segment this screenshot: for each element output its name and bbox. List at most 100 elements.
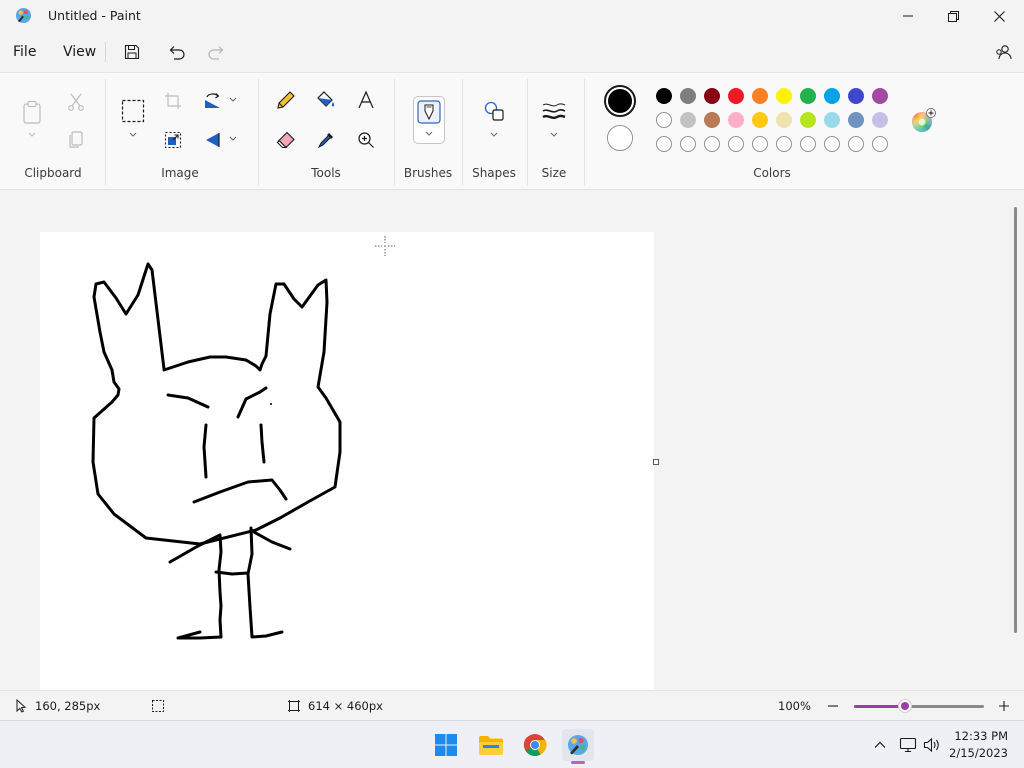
flip-icon [206, 133, 220, 147]
chrome-button[interactable] [519, 729, 551, 761]
drawing-canvas[interactable] [40, 232, 659, 690]
color-swatch[interactable] [776, 112, 792, 128]
color-swatch[interactable] [800, 112, 816, 128]
shapes-button[interactable] [482, 99, 506, 123]
secondary-color-button[interactable] [607, 125, 633, 151]
rotate-icon [205, 93, 220, 108]
color-swatch[interactable] [656, 112, 672, 128]
rectangle-select-icon [121, 99, 145, 123]
primary-color-button[interactable] [604, 85, 636, 117]
custom-color-slot[interactable] [776, 136, 792, 152]
zoom-in-button[interactable] [997, 699, 1011, 713]
doodle-stroke [192, 478, 288, 504]
copy-button[interactable] [64, 128, 88, 152]
selection-size-icon [152, 700, 164, 712]
paint-icon [568, 735, 588, 755]
color-swatch[interactable] [848, 88, 864, 104]
zoom-out-button[interactable] [826, 699, 840, 713]
color-swatch[interactable] [728, 88, 744, 104]
paste-button[interactable] [20, 98, 44, 126]
cut-button[interactable] [64, 90, 88, 114]
taskbar: 12:33 PM 2/15/2023 [0, 720, 1024, 768]
custom-color-slot[interactable] [824, 136, 840, 152]
clipboard-label: Clipboard [24, 166, 82, 180]
flip-button[interactable] [201, 128, 225, 152]
size-button[interactable] [542, 99, 566, 123]
color-wheel-icon [912, 108, 936, 132]
menu-divider [105, 42, 106, 62]
color-swatch[interactable] [680, 88, 696, 104]
size-chevron-icon[interactable] [549, 131, 559, 139]
color-swatch[interactable] [656, 88, 672, 104]
color-swatch[interactable] [728, 112, 744, 128]
image-label: Image [161, 166, 199, 180]
color-swatch[interactable] [872, 112, 888, 128]
eraser-button[interactable] [274, 128, 298, 152]
clock-date: 2/15/2023 [949, 746, 1008, 760]
clock[interactable]: 12:33 PM 2/15/2023 [944, 728, 1010, 762]
redo-button[interactable] [204, 40, 228, 64]
color-swatch[interactable] [824, 112, 840, 128]
custom-color-slot[interactable] [848, 136, 864, 152]
crop-button[interactable] [161, 89, 185, 113]
custom-color-slot[interactable] [704, 136, 720, 152]
text-button[interactable] [354, 88, 378, 112]
resize-button[interactable] [161, 128, 185, 152]
color-swatch[interactable] [800, 88, 816, 104]
stroke-size-icon [542, 103, 566, 120]
save-icon [124, 44, 140, 60]
color-swatch[interactable] [752, 112, 768, 128]
shapes-chevron-icon[interactable] [489, 131, 499, 139]
custom-color-slot[interactable] [728, 136, 744, 152]
undo-button[interactable] [165, 40, 189, 64]
custom-color-slot[interactable] [800, 136, 816, 152]
canvas-resize-handle[interactable] [653, 459, 659, 465]
magnifier-button[interactable] [354, 128, 378, 152]
account-button[interactable] [991, 40, 1015, 64]
custom-color-slot[interactable] [752, 136, 768, 152]
color-swatch[interactable] [752, 88, 768, 104]
zoom-slider-thumb[interactable] [898, 700, 911, 712]
color-swatch[interactable] [776, 88, 792, 104]
ribbon-divider [105, 79, 106, 185]
file-menu[interactable]: File [13, 44, 36, 60]
start-button[interactable] [430, 729, 462, 761]
zoom-slider[interactable] [854, 700, 984, 712]
paste-chevron-icon[interactable] [27, 131, 37, 139]
ribbon-divider [584, 79, 585, 185]
flip-chevron-icon[interactable] [228, 135, 238, 143]
volume-icon[interactable] [923, 737, 941, 753]
custom-color-slot[interactable] [680, 136, 696, 152]
pencil-button[interactable] [274, 88, 298, 112]
close-button[interactable] [976, 0, 1022, 32]
color-swatch[interactable] [872, 88, 888, 104]
minimize-button[interactable] [885, 0, 931, 32]
chevron-up-icon[interactable] [873, 738, 887, 752]
select-chevron-icon[interactable] [128, 131, 138, 139]
rotate-button[interactable] [201, 89, 225, 113]
fill-button[interactable] [314, 88, 338, 112]
file-explorer-button[interactable] [475, 729, 507, 761]
color-swatch[interactable] [680, 112, 696, 128]
canvas-size-icon [288, 700, 300, 712]
custom-color-slot[interactable] [656, 136, 672, 152]
color-picker-button[interactable] [314, 128, 338, 152]
edit-colors-button[interactable] [910, 108, 936, 134]
network-icon[interactable] [899, 737, 917, 753]
color-swatch[interactable] [824, 88, 840, 104]
vertical-scrollbar[interactable] [1014, 207, 1017, 633]
paint-taskbar-button[interactable] [562, 729, 594, 764]
view-menu[interactable]: View [63, 44, 96, 60]
brushes-button[interactable] [413, 96, 445, 144]
select-button[interactable] [121, 99, 145, 123]
custom-color-slot[interactable] [872, 136, 888, 152]
save-button[interactable] [120, 40, 144, 64]
color-swatch[interactable] [704, 112, 720, 128]
rotate-chevron-icon[interactable] [228, 96, 238, 104]
secondary-color-swatch [608, 126, 632, 150]
restore-button[interactable] [930, 0, 976, 32]
tools-label: Tools [311, 166, 341, 180]
color-swatch[interactable] [848, 112, 864, 128]
color-swatch[interactable] [704, 88, 720, 104]
redo-icon [208, 46, 224, 60]
